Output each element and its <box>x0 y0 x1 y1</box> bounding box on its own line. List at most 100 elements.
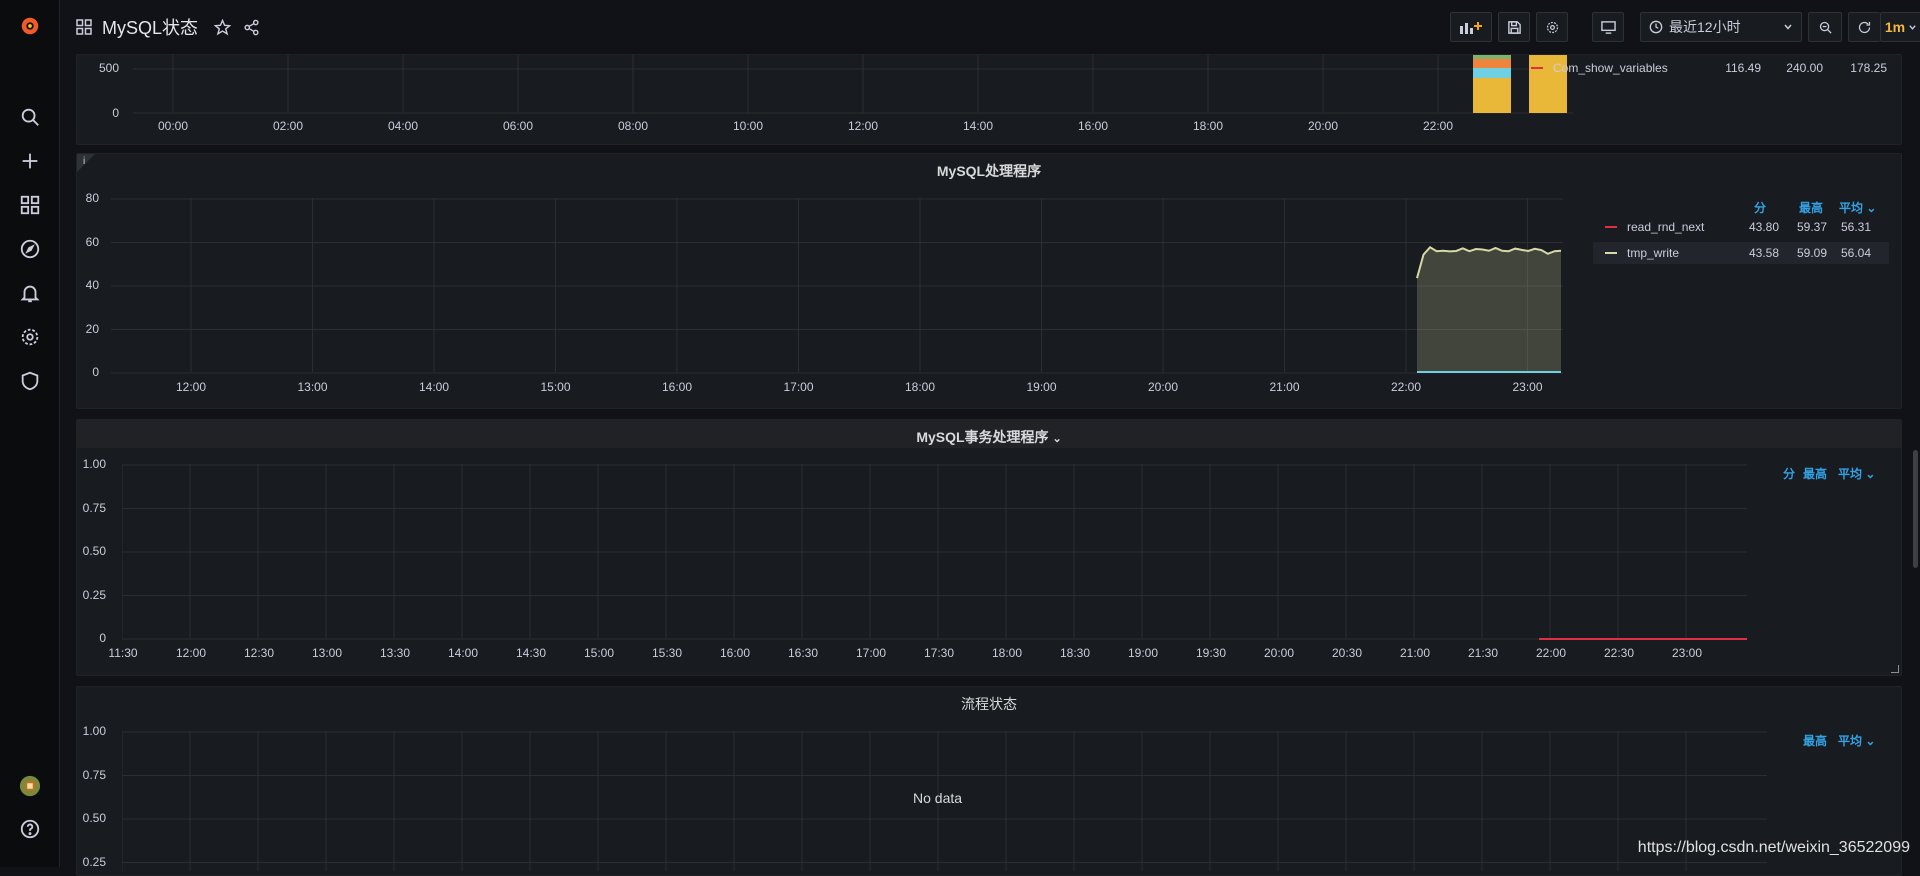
legend-header-avg-label: 平均 <box>1838 734 1862 748</box>
plus-icon[interactable] <box>16 147 44 175</box>
x-tick: 20:30 <box>1317 646 1377 660</box>
legend-item[interactable]: Com_show_variables 116.49 240.00 178.25 <box>1531 57 1891 79</box>
chevron-down-icon: ⌄ <box>1865 467 1875 481</box>
chart-plot-area <box>111 198 1563 378</box>
panel-mysql-transactions: MySQL事务处理程序 ⌄ 1.000.750.500.250 11:3012:… <box>76 419 1902 676</box>
legend-color-line <box>1605 252 1617 254</box>
save-dashboard-button[interactable] <box>1498 12 1530 42</box>
x-tick: 22:00 <box>1408 119 1468 133</box>
grafana-logo-icon[interactable] <box>16 12 44 40</box>
refresh-button[interactable] <box>1848 12 1880 42</box>
x-tick: 21:30 <box>1453 646 1513 660</box>
page-scrollbar[interactable] <box>1913 450 1918 568</box>
x-tick: 23:00 <box>1657 646 1717 660</box>
x-tick: 06:00 <box>488 119 548 133</box>
dashboards-icon[interactable] <box>16 191 44 219</box>
explore-compass-icon[interactable] <box>16 235 44 263</box>
y-tick: 80 <box>59 191 99 205</box>
star-icon[interactable] <box>214 19 231 36</box>
legend-header-avg[interactable]: 平均 ⌄ <box>1838 465 1875 482</box>
x-tick: 21:00 <box>1385 646 1445 660</box>
x-tick: 12:30 <box>229 646 289 660</box>
page-title[interactable]: MySQL状态 <box>102 14 198 40</box>
panel-title[interactable]: 流程状态 <box>77 694 1901 714</box>
y-tick: 0.50 <box>66 544 106 558</box>
legend-header-min[interactable]: 分 <box>1783 465 1795 482</box>
x-tick: 14:00 <box>433 646 493 660</box>
bar-segment <box>1473 68 1511 78</box>
cycle-view-mode-button[interactable] <box>1592 12 1624 42</box>
alerting-bell-icon[interactable] <box>16 279 44 307</box>
panel-resize-handle[interactable] <box>1891 665 1899 673</box>
bar-segment <box>1473 59 1511 68</box>
x-tick: 18:00 <box>977 646 1037 660</box>
legend-header-avg[interactable]: 平均 ⌄ <box>1839 199 1876 216</box>
sidebar <box>0 0 60 867</box>
x-tick: 20:00 <box>1249 646 1309 660</box>
user-avatar[interactable] <box>16 772 44 800</box>
dashboard-settings-button[interactable] <box>1536 12 1568 42</box>
x-tick: 15:30 <box>637 646 697 660</box>
series-area-tmp-write <box>1417 247 1561 373</box>
panel-title[interactable]: MySQL事务处理程序 ⌄ <box>77 427 1901 447</box>
legend-item[interactable]: tmp_write 43.58 59.09 56.04 <box>1593 242 1889 264</box>
legend-avg: 178.25 <box>1837 61 1887 75</box>
y-tick: 0 <box>79 106 119 120</box>
legend-header-max[interactable]: 最高 <box>1803 732 1827 749</box>
legend-color-line <box>1605 226 1617 228</box>
legend-header-avg-label: 平均 <box>1838 467 1862 481</box>
configuration-gear-icon[interactable] <box>16 323 44 351</box>
legend-header-avg[interactable]: 平均 ⌄ <box>1838 732 1875 749</box>
top-navbar: MySQL状态 最近12小时 <box>60 0 1920 54</box>
x-tick: 18:30 <box>1045 646 1105 660</box>
x-tick: 20:00 <box>1293 119 1353 133</box>
x-tick: 04:00 <box>373 119 433 133</box>
time-range-label: 最近12小时 <box>1669 17 1741 37</box>
add-panel-button[interactable] <box>1450 12 1492 42</box>
watermark-text: https://blog.csdn.net/weixin_36522099 <box>1638 839 1910 857</box>
x-tick: 16:00 <box>705 646 765 660</box>
legend-header-min[interactable]: 分 <box>1754 199 1766 216</box>
x-tick: 22:00 <box>1521 646 1581 660</box>
refresh-interval-picker[interactable]: 1m <box>1880 12 1920 42</box>
legend-max: 59.09 <box>1777 246 1827 260</box>
legend-header-max[interactable]: 最高 <box>1803 465 1827 482</box>
time-range-picker[interactable]: 最近12小时 <box>1640 12 1802 42</box>
help-icon[interactable] <box>16 815 44 843</box>
y-tick: 60 <box>59 235 99 249</box>
legend-avg: 56.31 <box>1821 220 1871 234</box>
chevron-down-icon: ⌄ <box>1865 734 1875 748</box>
y-tick: 0.25 <box>66 855 106 869</box>
panel-com-stats: 500 0 00:0002:0004:0006:0008:0010:0012:0… <box>76 54 1902 145</box>
x-tick: 14:00 <box>948 119 1008 133</box>
panel-title[interactable]: MySQL处理程序 <box>77 161 1901 181</box>
x-tick: 19:00 <box>1113 646 1173 660</box>
legend-series-name: tmp_write <box>1627 246 1679 260</box>
legend-header-max[interactable]: 最高 <box>1799 199 1823 216</box>
dashboard-grid-icon[interactable] <box>76 19 92 35</box>
x-tick: 10:00 <box>718 119 778 133</box>
x-tick: 12:00 <box>833 119 893 133</box>
x-tick: 02:00 <box>258 119 318 133</box>
server-admin-shield-icon[interactable] <box>16 367 44 395</box>
zoom-out-button[interactable] <box>1808 12 1842 42</box>
y-tick: 500 <box>79 61 119 75</box>
x-tick: 16:00 <box>1063 119 1123 133</box>
share-icon[interactable] <box>243 19 260 36</box>
legend-min: 116.49 <box>1711 61 1761 75</box>
legend-min: 43.80 <box>1729 220 1779 234</box>
y-tick: 1.00 <box>66 724 106 738</box>
y-tick: 0.50 <box>66 811 106 825</box>
x-tick: 15:00 <box>569 646 629 660</box>
y-tick: 1.00 <box>66 457 106 471</box>
legend-min: 43.58 <box>1729 246 1779 260</box>
x-tick: 22:30 <box>1589 646 1649 660</box>
search-icon[interactable] <box>16 103 44 131</box>
clock-icon <box>1649 20 1663 34</box>
legend-item[interactable]: read_rnd_next 43.80 59.37 56.31 <box>1605 216 1901 238</box>
legend-avg: 56.04 <box>1821 246 1871 260</box>
x-tick: 12:00 <box>161 646 221 660</box>
x-tick: 13:00 <box>283 380 343 394</box>
legend-color-line <box>1531 67 1543 69</box>
chevron-down-icon: ⌄ <box>1866 201 1876 215</box>
